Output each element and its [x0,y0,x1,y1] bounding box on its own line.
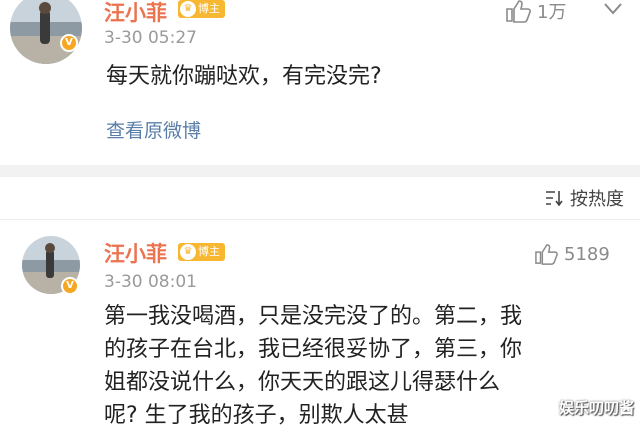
post-like-count: 1万 [537,2,567,23]
blogger-badge: ♛ 博主 [178,0,225,18]
comment-author-name[interactable]: 汪小菲 [104,238,167,268]
sort-bar: 按热度 [0,177,640,219]
watermark: 娱乐叨叨酱 [558,399,634,417]
comment-line: 姐都没说什么，你天天的跟这儿得瑟什么 [104,370,501,395]
verified-badge-icon: V [60,34,78,52]
comment-time: 3-30 08:01 [104,272,197,292]
chevron-down-icon[interactable] [603,2,623,16]
section-gap [0,165,640,177]
post-text: 每天就你蹦哒欢，有完没完? [106,64,382,89]
sort-icon [546,191,563,207]
avatar-photo-icon [10,0,82,64]
comment-line: 的孩子在台北，我已经很妥协了，第三，你 [104,337,523,362]
comment-like-button[interactable]: 5189 [534,243,610,265]
crown-icon: ♛ [180,244,196,260]
comment-line: 第一我没喝酒，只是没完没了的。第二，我 [104,304,523,329]
post-card: V 汪小菲 ♛ 博主 3-30 05:27 1万 每天就你蹦哒欢，有完没完? 查看… [0,0,640,165]
crown-icon: ♛ [180,1,196,17]
thumbs-up-icon [506,0,531,23]
post-time: 3-30 05:27 [104,28,197,48]
blogger-badge-label: 博主 [198,2,220,15]
sort-label: 按热度 [570,189,624,210]
verified-badge-icon: V [61,277,79,295]
blogger-badge: ♛ 博主 [178,243,225,261]
post-author-name[interactable]: 汪小菲 [104,0,167,27]
sort-by-hot-button[interactable]: 按热度 [544,185,624,211]
comment-like-count: 5189 [564,243,610,265]
comment-text: 第一我没喝酒，只是没完没了的。第二，我 的孩子在台北，我已经很妥协了，第三，你 … [104,300,522,432]
post-avatar[interactable] [10,0,82,64]
blogger-badge-label: 博主 [198,245,220,258]
comment-line: 呢? 生了我的孩子，别欺人太甚 [104,403,409,428]
view-original-link[interactable]: 查看原微博 [106,116,201,143]
comment-card: V 汪小菲 ♛ 博主 3-30 08:01 5189 第一我没喝酒，只是没完没了的… [0,220,640,428]
thumbs-up-icon [535,244,558,265]
post-like-button[interactable]: 1万 [505,0,566,24]
